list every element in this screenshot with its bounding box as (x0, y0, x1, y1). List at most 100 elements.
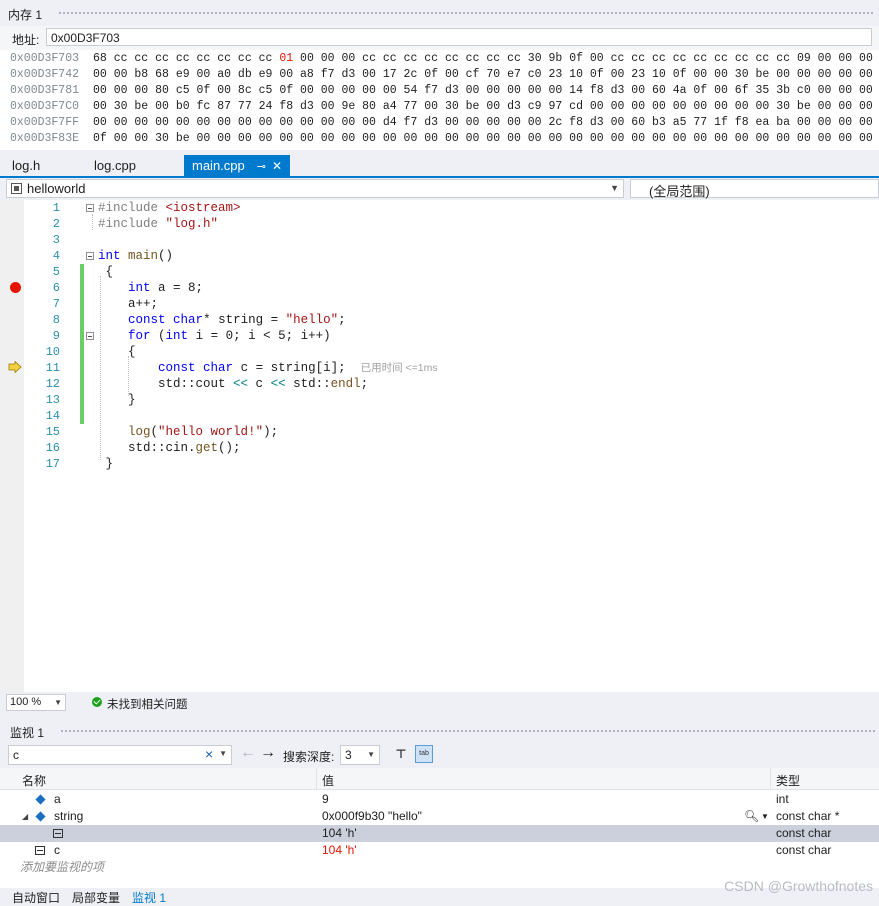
panel-grip[interactable] (58, 11, 873, 16)
memory-row[interactable]: 0x00D3F83E 0f 00 00 30 be 00 00 00 00 00 … (0, 131, 879, 147)
search-depth-label: 搜索深度: (283, 750, 335, 764)
collapse-triangle-icon[interactable]: ◢ (22, 808, 28, 825)
memory-address: 0x00D3F7C0 (10, 100, 80, 113)
watch-value-changed[interactable]: 104 'h' (322, 842, 357, 859)
variable-icon (35, 811, 46, 822)
memory-row[interactable]: 0x00D3F703 68 cc cc cc cc cc cc cc cc 01 … (0, 51, 879, 67)
scope-name: (全局范围) (649, 184, 710, 199)
column-header-value[interactable]: 值 (322, 772, 334, 789)
memory-bytes[interactable]: 68 cc cc cc cc cc cc cc cc 01 00 00 00 c… (93, 51, 879, 67)
watch-name: a (54, 792, 61, 806)
add-watch-hint[interactable]: 添加要监视的项 (20, 859, 104, 876)
memory-address: 0x00D3F781 (10, 84, 80, 97)
tab-log-cpp[interactable]: log.cpp (86, 155, 144, 176)
memory-panel-title-bar[interactable]: 内存 1 (0, 0, 879, 26)
watch-name: string (54, 809, 84, 823)
memory-bytes[interactable]: 00 30 be 00 b0 fc 87 77 24 f8 d3 00 9e 8… (93, 99, 879, 115)
memory-row[interactable]: 0x00D3F781 00 00 00 80 c5 0f 00 8c c5 0f … (0, 83, 879, 99)
indent-guide (92, 214, 93, 230)
variable-icon (35, 794, 46, 805)
code-editor[interactable]: 1 2 3 4 5 6 7 8 9 10 11 12 13 14 15 16 17 #include <iost… (0, 200, 879, 692)
chevron-down-icon: ▼ (610, 183, 619, 193)
forward-arrow-icon[interactable]: → (260, 744, 276, 762)
watch-search-input[interactable]: c × ▼ (8, 745, 232, 765)
code-line-11: const char c = string[i]; 已用时间 <=1ms (158, 361, 438, 375)
watch-row[interactable]: c 104 'h' const char (0, 842, 879, 859)
code-line-13: } (98, 393, 136, 407)
issues-status[interactable]: 未找到相关问题 (107, 696, 188, 712)
search-depth-select[interactable]: 3 ▼ (340, 745, 380, 765)
line-number: 10 (45, 345, 60, 359)
tab-main-cpp[interactable]: main.cpp ⊸ ✕ (184, 155, 291, 176)
zoom-dropdown[interactable]: 100 % ▼ (6, 694, 66, 711)
chevron-down-icon: ▼ (367, 750, 375, 759)
line-number: 13 (45, 393, 60, 407)
memory-row[interactable]: 0x00D3F7FF 00 00 00 00 00 00 00 00 00 00 … (0, 115, 879, 131)
project-icon (11, 183, 22, 194)
document-tabs: log.h log.cpp main.cpp ⊸ ✕ (0, 152, 879, 178)
fold-toggle-icon[interactable] (86, 204, 94, 212)
watch-value[interactable]: 0x000f9b30 "hello" (322, 808, 422, 825)
watch-panel: 监视 1 c × ▼ ← → 搜索深度: 3 ▼ ⊤ tab 名称 值 类型 a… (0, 720, 879, 902)
depth-value: 3 (345, 748, 352, 762)
watch-panel-title: 监视 1 (10, 726, 45, 740)
tab-label: log.cpp (94, 158, 136, 173)
code-line-9: for (int i = 0; i < 5; i++) (128, 329, 331, 343)
memory-row[interactable]: 0x00D3F7C0 00 30 be 00 b0 fc 87 77 24 f8 … (0, 99, 879, 115)
tab-view-icon[interactable]: tab (415, 745, 433, 763)
memory-panel: 内存 1 地址: 0x00D3F703 0x00D3F703 68 cc cc c… (0, 0, 879, 150)
changed-byte: 01 (279, 52, 294, 65)
scope-dropdown[interactable]: (全局范围) (630, 179, 879, 199)
breakpoint-icon[interactable] (9, 281, 22, 294)
watch-value[interactable]: 9 (322, 791, 329, 808)
editor-gutter[interactable] (0, 200, 24, 692)
clear-icon[interactable]: × (205, 746, 213, 762)
chevron-down-icon[interactable]: ▼ (219, 749, 227, 758)
pin-icon[interactable]: ⊸ (257, 161, 266, 173)
chevron-down-icon: ▼ (54, 698, 62, 707)
panel-grip[interactable] (60, 729, 875, 734)
memory-address: 0x00D3F7FF (10, 116, 80, 129)
tab-log-h[interactable]: log.h (4, 155, 48, 176)
column-header-name[interactable]: 名称 (22, 772, 46, 789)
add-watch-row[interactable]: 添加要监视的项 (0, 859, 879, 876)
memory-address: 0x00D3F703 (10, 52, 80, 65)
navigation-bar: helloworld ▼ (全局范围) (0, 178, 879, 200)
column-header-type[interactable]: 类型 (776, 772, 800, 789)
column-divider[interactable] (316, 768, 317, 790)
watch-row[interactable]: ◢ string 0x000f9b30 "hello" 🔍︎ ▼ const c… (0, 808, 879, 825)
memory-bytes[interactable]: 00 00 00 80 c5 0f 00 8c c5 0f 00 00 00 0… (93, 83, 879, 99)
address-input[interactable]: 0x00D3F703 (46, 28, 872, 46)
chevron-down-icon[interactable]: ▼ (761, 808, 769, 825)
filter-icon[interactable]: ⊤ (394, 747, 408, 761)
fold-toggle-icon[interactable] (86, 252, 94, 260)
memory-row[interactable]: 0x00D3F742 00 00 b8 68 e9 00 a0 db e9 00 … (0, 67, 879, 83)
line-number: 8 (52, 313, 60, 327)
line-number: 5 (52, 265, 60, 279)
watermark: CSDN @Growthofnotes (724, 878, 873, 894)
magnifier-icon[interactable]: 🔍︎ (744, 808, 759, 825)
watch-value[interactable]: 104 'h' (322, 825, 357, 842)
tab-autos[interactable]: 自动窗口 (12, 889, 60, 906)
perf-tip[interactable]: 已用时间 <=1ms (361, 362, 438, 374)
line-number: 9 (52, 329, 60, 343)
column-divider[interactable] (770, 768, 771, 790)
fold-toggle-icon[interactable] (86, 332, 94, 340)
tab-label: main.cpp (192, 158, 245, 173)
line-number: 12 (45, 377, 60, 391)
watch-panel-title-bar[interactable]: 监视 1 (0, 720, 879, 742)
tab-locals[interactable]: 局部变量 (72, 889, 120, 906)
line-number: 15 (45, 425, 60, 439)
watch-row[interactable]: a 9 int (0, 791, 879, 808)
tab-watch-1[interactable]: 监视 1 (132, 889, 166, 906)
watch-row-selected[interactable]: 104 'h' const char (0, 825, 879, 842)
memory-bytes[interactable]: 0f 00 00 30 be 00 00 00 00 00 00 00 00 0… (93, 131, 879, 147)
watch-type: const char (776, 826, 832, 840)
project-dropdown[interactable]: helloworld ▼ (6, 179, 624, 198)
back-arrow-icon[interactable]: ← (240, 744, 256, 762)
watch-toolbar: c × ▼ ← → 搜索深度: 3 ▼ ⊤ tab (0, 742, 879, 768)
close-icon[interactable]: ✕ (272, 159, 282, 173)
memory-bytes[interactable]: 00 00 b8 68 e9 00 a0 db e9 00 a8 f7 d3 0… (93, 67, 879, 83)
memory-bytes[interactable]: 00 00 00 00 00 00 00 00 00 00 00 00 00 0… (93, 115, 879, 131)
line-number: 6 (52, 281, 60, 295)
